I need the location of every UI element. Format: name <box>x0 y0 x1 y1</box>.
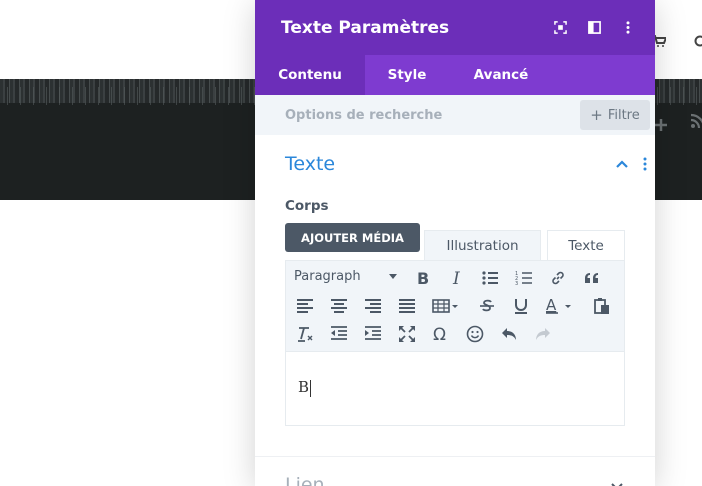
blockquote-icon[interactable] <box>581 267 603 289</box>
svg-text:I: I <box>452 269 460 287</box>
link-icon[interactable] <box>547 267 569 289</box>
align-right-icon[interactable] <box>362 295 384 317</box>
clear-formatting-icon[interactable] <box>294 323 316 345</box>
tab-visual-editor[interactable]: Illustration <box>424 230 541 260</box>
chevron-up-icon[interactable] <box>615 159 629 169</box>
underline-icon[interactable] <box>510 295 532 317</box>
text-section-header[interactable]: Texte <box>285 153 647 175</box>
section-title: Texte <box>285 153 336 175</box>
svg-text:Ω: Ω <box>433 325 446 343</box>
format-select-value: Paragraph <box>294 269 361 284</box>
panel-tabs: Contenu Style Avancé <box>255 55 655 95</box>
options-search-bar: + Filtre <box>255 95 655 135</box>
chevron-down-icon[interactable] <box>610 482 624 486</box>
add-media-button[interactable]: AJOUTER MÉDIA <box>285 223 420 252</box>
filter-button[interactable]: + Filtre <box>580 100 650 130</box>
body-field-label: Corps <box>285 198 329 214</box>
tab-text-editor[interactable]: Texte <box>547 230 625 260</box>
split-view-icon[interactable] <box>577 0 611 55</box>
text-color-icon[interactable]: A <box>542 295 574 317</box>
tab-content[interactable]: Contenu <box>255 55 365 95</box>
svg-text:B: B <box>417 269 429 287</box>
format-select[interactable]: Paragraph <box>294 269 397 284</box>
editor-text-value: B <box>298 378 310 396</box>
plus-icon: + <box>590 106 603 124</box>
table-icon[interactable] <box>430 295 462 317</box>
align-center-icon[interactable] <box>328 295 350 317</box>
panel-title: Texte Paramètres <box>281 17 450 38</box>
fullscreen-icon[interactable] <box>396 323 418 345</box>
section-divider <box>255 456 655 457</box>
outdent-icon[interactable] <box>328 323 350 345</box>
redo-icon[interactable] <box>532 323 554 345</box>
bold-icon[interactable]: B <box>412 267 434 289</box>
screenshot-icon[interactable] <box>543 0 577 55</box>
bullet-list-icon[interactable] <box>479 267 501 289</box>
filter-label: Filtre <box>607 107 640 123</box>
emoji-icon[interactable] <box>464 323 486 345</box>
site-search-icon[interactable] <box>694 34 702 48</box>
chevron-down-icon <box>388 274 397 279</box>
undo-icon[interactable] <box>498 323 520 345</box>
more-options-icon[interactable] <box>611 0 645 55</box>
plus-icon[interactable] <box>655 115 667 136</box>
special-character-icon[interactable]: Ω <box>430 323 452 345</box>
align-justify-icon[interactable] <box>396 295 418 317</box>
svg-text:A: A <box>546 297 557 314</box>
indent-icon[interactable] <box>362 323 384 345</box>
svg-text:3: 3 <box>515 281 518 287</box>
editor-content-area[interactable]: B <box>285 351 625 426</box>
editor-text[interactable]: B <box>298 378 312 397</box>
settings-panel: Texte Paramètres Contenu Style Avancé Op… <box>255 0 655 486</box>
numbered-list-icon[interactable]: 123 <box>513 267 535 289</box>
strikethrough-icon[interactable] <box>476 295 498 317</box>
italic-icon[interactable]: I <box>446 267 468 289</box>
panel-header[interactable]: Texte Paramètres <box>255 0 655 55</box>
text-cursor <box>310 379 312 397</box>
page: Texte Paramètres Contenu Style Avancé Op… <box>0 0 702 486</box>
align-left-icon[interactable] <box>294 295 316 317</box>
tab-advanced[interactable]: Avancé <box>449 55 553 95</box>
editor-toolbar: Paragraph B I 123 A Ω <box>285 260 625 352</box>
options-search-input[interactable] <box>285 107 565 123</box>
section-more-icon[interactable] <box>643 157 647 171</box>
tab-style[interactable]: Style <box>365 55 449 95</box>
link-section-title[interactable]: Lien <box>285 474 325 486</box>
paste-text-icon[interactable] <box>591 295 613 317</box>
rss-icon[interactable] <box>690 113 702 134</box>
